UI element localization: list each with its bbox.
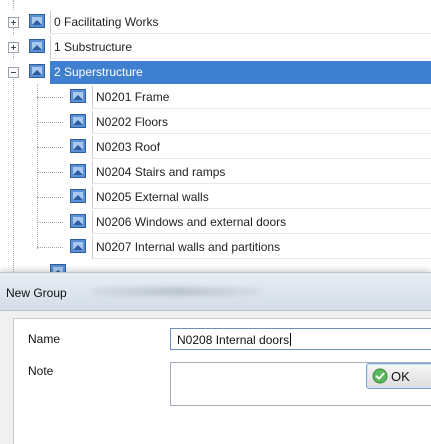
tree-item-label: 1 Substructure (50, 36, 431, 59)
tree-item-label: N0207 Internal walls and partitions (92, 236, 431, 259)
new-group-dialog: New Group Name N0208 Internal doors Note (0, 272, 431, 444)
check-circle-icon (372, 368, 388, 384)
group-folder-icon (70, 89, 86, 103)
expand-icon[interactable] (8, 42, 19, 53)
tree-item-label: N0201 Frame (92, 86, 431, 109)
group-folder-icon (70, 164, 86, 178)
tree-item-n0202[interactable]: N0202 Floors (0, 110, 431, 135)
tree-line (37, 197, 63, 198)
group-folder-icon (70, 214, 86, 228)
ok-button[interactable]: OK (366, 363, 431, 389)
tree-item-label: N0203 Roof (92, 136, 431, 159)
blurred-background-text (92, 287, 262, 296)
tree-line (37, 247, 63, 248)
tree-line (37, 222, 63, 223)
tree-item-superstructure[interactable]: 2 Superstructure (0, 60, 431, 85)
dialog-titlebar[interactable]: New Group (0, 273, 431, 311)
tree-item-label: N0202 Floors (92, 111, 431, 134)
tree-item-label: N0206 Windows and external doors (92, 211, 431, 234)
tree-item-n0207[interactable]: N0207 Internal walls and partitions (0, 235, 431, 260)
tree-item-n0201[interactable]: N0201 Frame (0, 85, 431, 110)
group-folder-icon (29, 64, 45, 78)
tree-item-substructure[interactable]: 1 Substructure (0, 35, 431, 60)
tree-line (37, 147, 63, 148)
tree-item-facilitating-works[interactable]: 0 Facilitating Works (0, 10, 431, 35)
tree-line (37, 172, 63, 173)
dialog-title: New Group (6, 286, 67, 300)
group-folder-icon (70, 114, 86, 128)
group-tree[interactable]: 0 Facilitating Works 1 Substructure 2 Su… (0, 0, 431, 282)
tree-line (37, 122, 63, 123)
tree-item-label: N0205 External walls (92, 186, 431, 209)
group-folder-icon (29, 14, 45, 28)
tree-line (37, 97, 63, 98)
tree-item-label: N0204 Stairs and ramps (92, 161, 431, 184)
tree-item-label: 2 Superstructure (50, 61, 431, 84)
group-folder-icon (29, 39, 45, 53)
ok-button-label: OK (391, 369, 410, 384)
group-folder-icon (70, 189, 86, 203)
name-field[interactable]: N0208 Internal doors (170, 328, 431, 350)
tree-item-label: 0 Facilitating Works (50, 11, 431, 34)
tree-line (13, 0, 14, 10)
tree-item-n0205[interactable]: N0205 External walls (0, 185, 431, 210)
group-folder-icon (70, 239, 86, 253)
text-caret (290, 333, 292, 347)
note-label: Note (28, 364, 54, 378)
tree-item-n0206[interactable]: N0206 Windows and external doors (0, 210, 431, 235)
tree-item-n0204[interactable]: N0204 Stairs and ramps (0, 160, 431, 185)
expand-icon[interactable] (8, 17, 19, 28)
collapse-icon[interactable] (8, 67, 19, 78)
group-folder-icon (70, 139, 86, 153)
tree-item-n0203[interactable]: N0203 Roof (0, 135, 431, 160)
name-field-value: N0208 Internal doors (177, 333, 290, 347)
name-label: Name (28, 332, 61, 346)
